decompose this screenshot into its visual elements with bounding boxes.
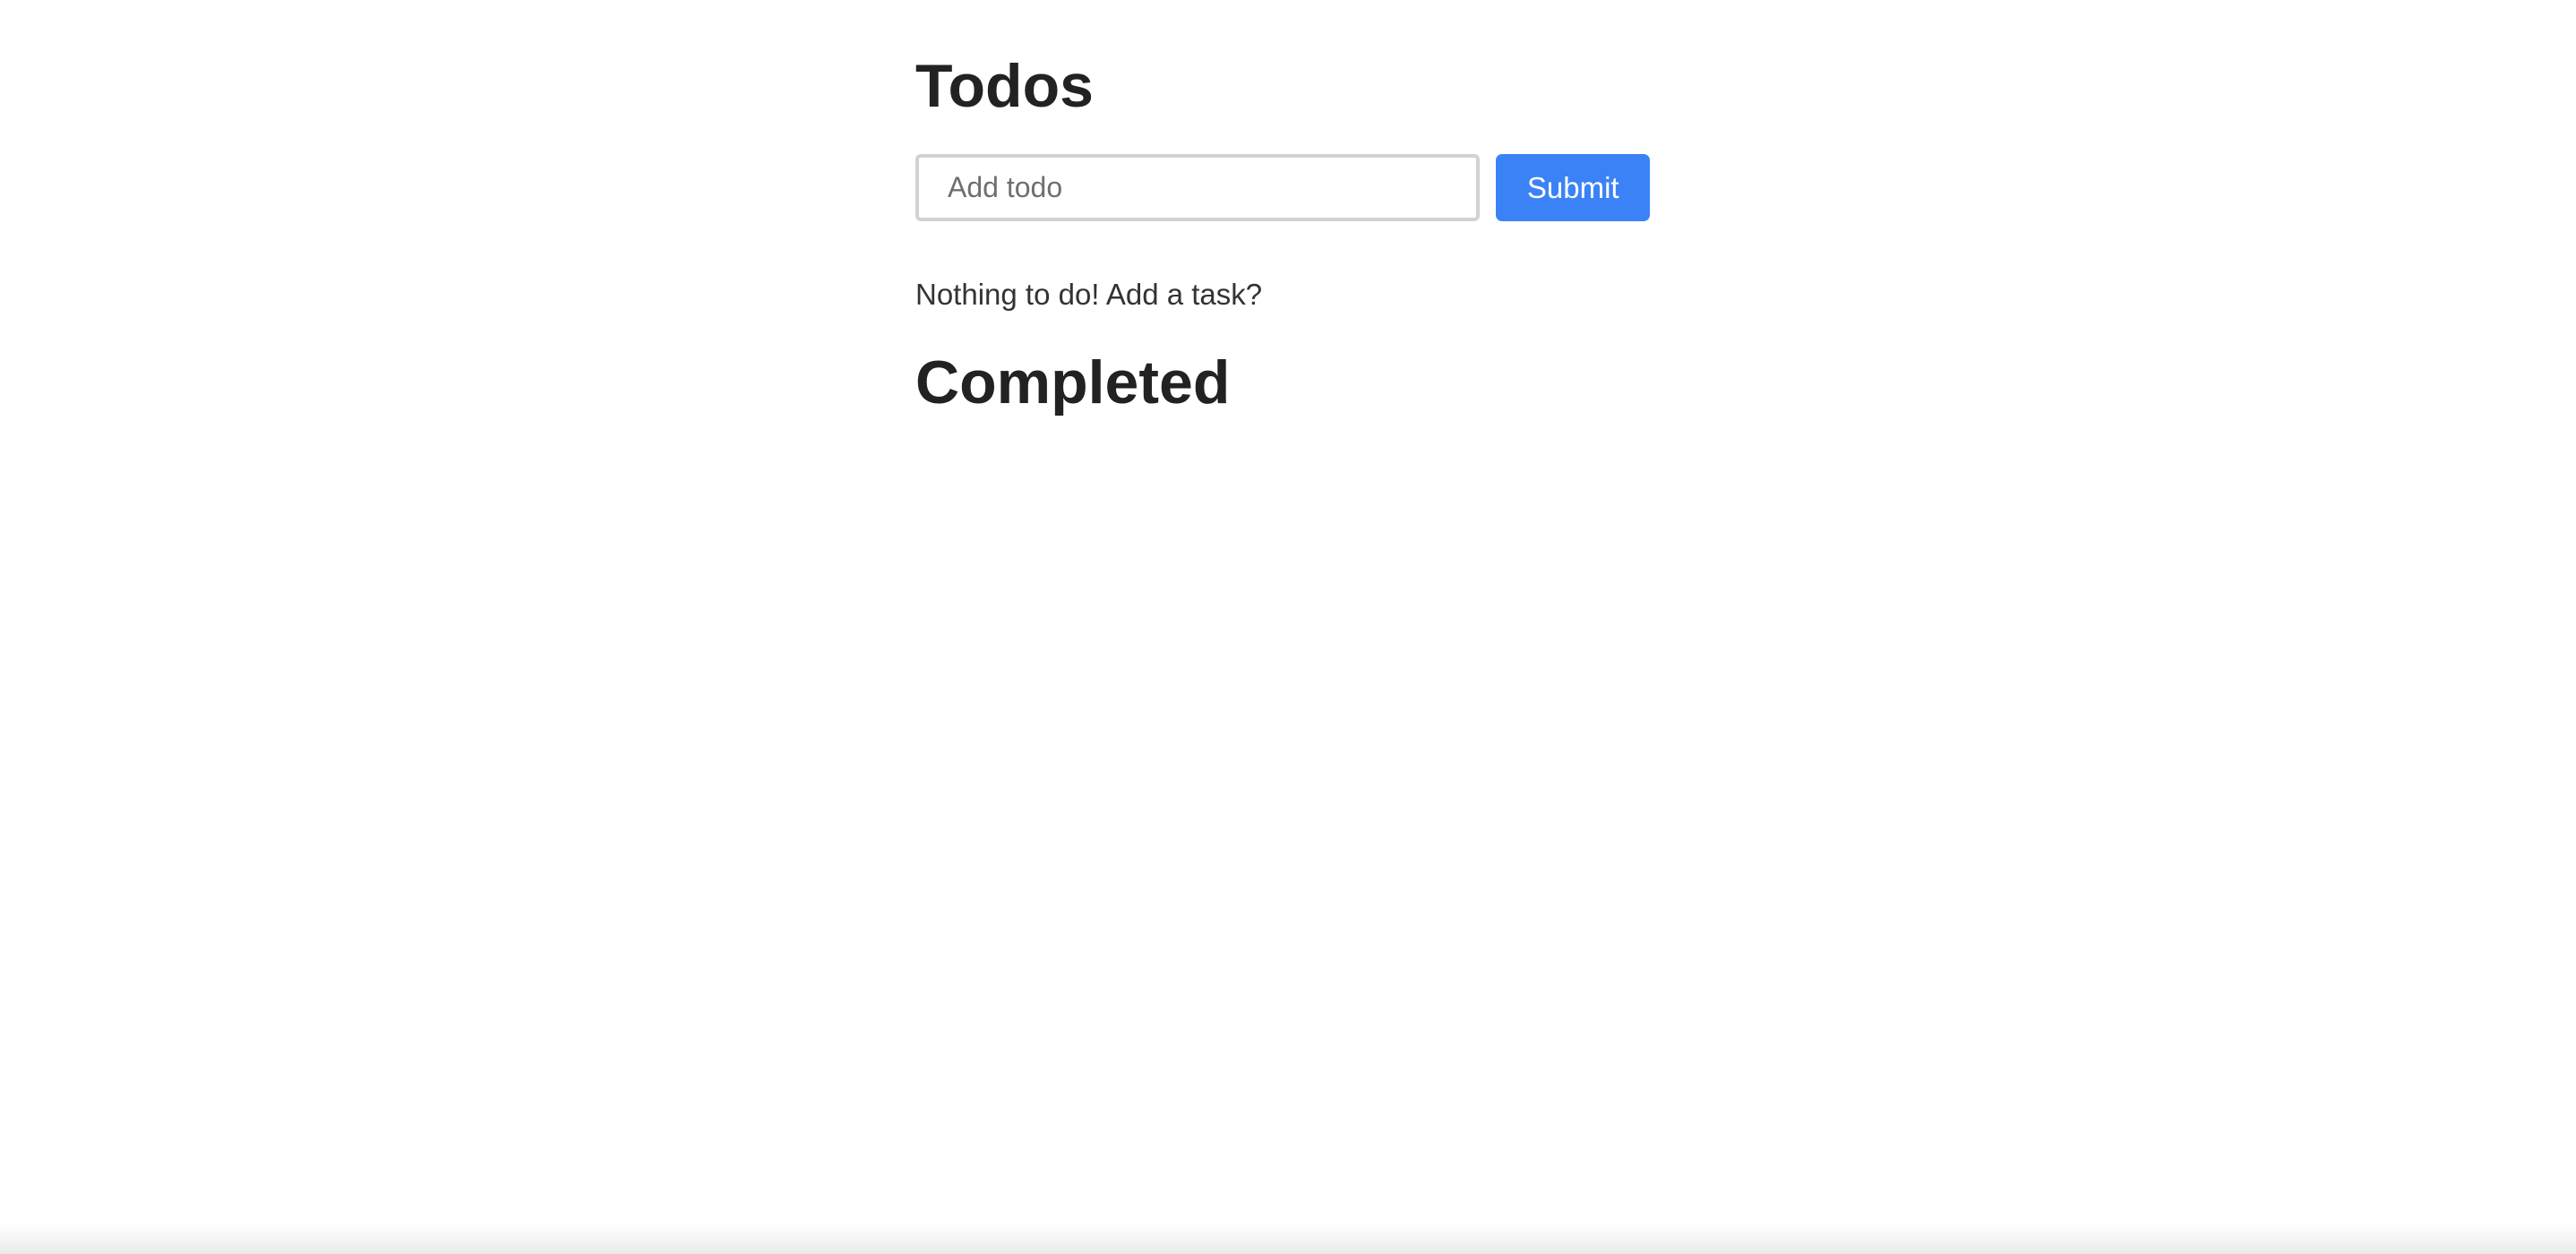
- todo-app: Todos Submit Nothing to do! Add a task? …: [915, 50, 1650, 418]
- add-todo-input[interactable]: [915, 154, 1481, 221]
- submit-button[interactable]: Submit: [1496, 154, 1650, 221]
- page-title: Todos: [915, 52, 1094, 120]
- completed-heading: Completed: [915, 348, 1231, 417]
- bottom-edge-shadow: [0, 1224, 2576, 1254]
- add-todo-form: Submit: [915, 154, 1650, 221]
- page: Todos Submit Nothing to do! Add a task? …: [0, 0, 2576, 1254]
- empty-todos-message: Nothing to do! Add a task?: [915, 278, 1263, 311]
